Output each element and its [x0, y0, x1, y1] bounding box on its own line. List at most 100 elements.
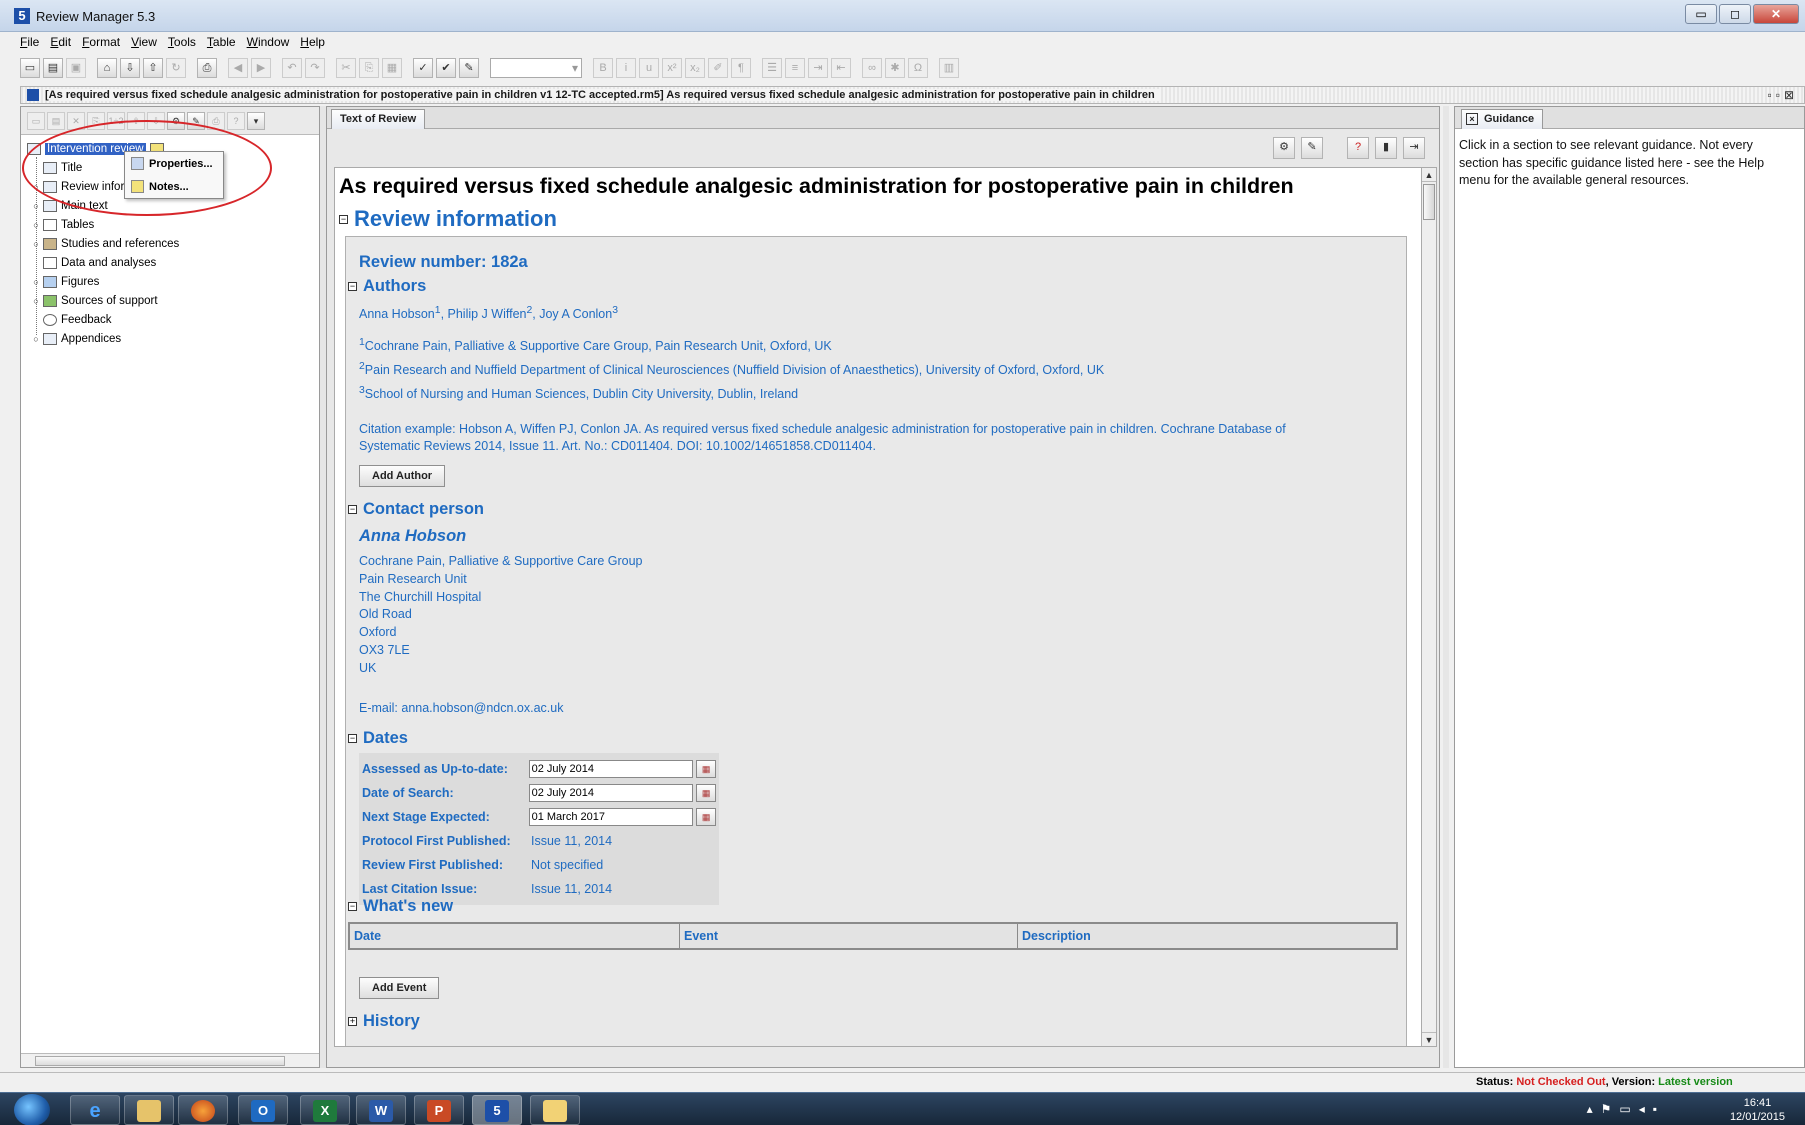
- superscript-icon[interactable]: x²: [662, 58, 682, 78]
- bold-icon[interactable]: B: [593, 58, 613, 78]
- close-icon[interactable]: ×: [1466, 113, 1478, 125]
- properties-icon[interactable]: ⚙: [1273, 137, 1295, 159]
- scroll-up-icon[interactable]: ▲: [1422, 168, 1436, 182]
- menu-tools[interactable]: Tools: [168, 32, 196, 52]
- folder-icon[interactable]: [530, 1095, 580, 1125]
- menu-help[interactable]: Help: [300, 32, 325, 52]
- tree-item-data-analyses[interactable]: Data and analyses: [21, 253, 319, 272]
- copy-item-icon[interactable]: ⎘: [87, 111, 105, 130]
- numbered-list-icon[interactable]: ≡: [785, 58, 805, 78]
- highlight-icon[interactable]: ✐: [708, 58, 728, 78]
- italic-icon[interactable]: i: [616, 58, 636, 78]
- outlook-icon[interactable]: O: [238, 1095, 288, 1125]
- sync-icon[interactable]: ↻: [166, 58, 186, 78]
- horizontal-scrollbar[interactable]: [21, 1053, 319, 1067]
- scrollbar-thumb[interactable]: [1423, 184, 1435, 220]
- expand-icon[interactable]: ○: [29, 277, 43, 287]
- outdent-icon[interactable]: ⇤: [831, 58, 851, 78]
- expand-icon[interactable]: ○: [29, 239, 43, 249]
- new-item-icon[interactable]: ▭: [27, 111, 45, 130]
- notes-icon[interactable]: ✎: [1301, 137, 1323, 159]
- author-name[interactable]: Joy A Conlon: [539, 307, 612, 321]
- context-menu-notes[interactable]: Notes...: [125, 175, 223, 198]
- add-author-button[interactable]: Add Author: [359, 465, 446, 487]
- open-item-icon[interactable]: ▤: [47, 111, 65, 130]
- dropdown-icon[interactable]: ▾: [247, 111, 265, 130]
- collapse-icon[interactable]: −: [339, 214, 348, 224]
- renumber-icon[interactable]: 1÷2: [107, 111, 125, 130]
- help-icon[interactable]: ?: [1347, 137, 1369, 159]
- internet-explorer-icon[interactable]: e: [70, 1095, 120, 1125]
- notes-icon[interactable]: ✎: [187, 111, 205, 130]
- new-file-icon[interactable]: ▭: [20, 58, 40, 78]
- spellcheck-icon[interactable]: ✓: [413, 58, 433, 78]
- tree-item-figures[interactable]: ○ Figures: [21, 272, 319, 291]
- menu-edit[interactable]: Edit: [50, 32, 71, 52]
- copy-icon[interactable]: ⎘: [359, 58, 379, 78]
- print-icon[interactable]: ⎙: [197, 58, 217, 78]
- undo-icon[interactable]: ↶: [282, 58, 302, 78]
- add-event-button[interactable]: Add Event: [359, 977, 440, 999]
- author-name[interactable]: Philip J Wiffen: [448, 307, 527, 321]
- collapse-icon[interactable]: −: [348, 282, 357, 291]
- print-item-icon[interactable]: ⎙: [207, 111, 225, 130]
- author-name[interactable]: Anna Hobson: [359, 307, 435, 321]
- expand-icon[interactable]: ○: [29, 334, 43, 344]
- clock[interactable]: 16:41 12/01/2015: [1730, 1096, 1785, 1124]
- right-splitter[interactable]: [1443, 106, 1449, 1068]
- menu-window[interactable]: Window: [247, 32, 290, 52]
- collapse-icon[interactable]: −: [348, 902, 357, 911]
- expand-icon[interactable]: ○: [29, 182, 43, 192]
- menu-file[interactable]: File: [20, 32, 39, 52]
- table-icon[interactable]: ▥: [939, 58, 959, 78]
- calendar-icon[interactable]: ▦: [696, 808, 716, 826]
- tree-item-studies[interactable]: ○ Studies and references: [21, 234, 319, 253]
- calendar-icon[interactable]: ▦: [696, 784, 716, 802]
- navigate-icon[interactable]: ⇥: [1403, 137, 1425, 159]
- vertical-scrollbar[interactable]: ▲ ▼: [1421, 167, 1437, 1047]
- back-icon[interactable]: ◀: [228, 58, 248, 78]
- link-icon[interactable]: ∞: [862, 58, 882, 78]
- system-tray-icons[interactable]: ▴⚑▭◂▪: [1587, 1102, 1665, 1116]
- context-menu-properties[interactable]: Properties...: [125, 152, 223, 175]
- close-button[interactable]: ✕: [1753, 4, 1799, 24]
- bullet-list-icon[interactable]: ☰: [762, 58, 782, 78]
- tree-item-tables[interactable]: ○ Tables: [21, 215, 319, 234]
- scroll-down-icon[interactable]: ▼: [1422, 1032, 1436, 1046]
- properties-icon[interactable]: ⚙: [167, 111, 185, 130]
- home-icon[interactable]: ⌂: [97, 58, 117, 78]
- scrollbar-thumb[interactable]: [35, 1056, 285, 1066]
- subscript-icon[interactable]: x₂: [685, 58, 705, 78]
- next-stage-date-input[interactable]: 01 March 2017: [528, 808, 694, 826]
- expand-icon[interactable]: ○: [29, 296, 43, 306]
- delete-item-icon[interactable]: ✕: [67, 111, 85, 130]
- assessed-date-input[interactable]: 02 July 2014: [528, 760, 694, 778]
- word-icon[interactable]: W: [356, 1095, 406, 1125]
- move-down-icon[interactable]: ⇩: [147, 111, 165, 130]
- save-icon[interactable]: ▣: [66, 58, 86, 78]
- collapse-icon[interactable]: −: [348, 505, 357, 514]
- download-icon[interactable]: ⇩: [120, 58, 140, 78]
- move-up-icon[interactable]: ⇧: [127, 111, 145, 130]
- reference-icon[interactable]: ✱: [885, 58, 905, 78]
- help-icon[interactable]: ?: [227, 111, 245, 130]
- column-header-description[interactable]: Description: [1018, 924, 1396, 948]
- cut-icon[interactable]: ✂: [336, 58, 356, 78]
- spellcheck-options-icon[interactable]: ✔: [436, 58, 456, 78]
- column-header-date[interactable]: Date: [350, 924, 680, 948]
- review-manager-icon[interactable]: 5: [472, 1095, 522, 1125]
- collapse-icon[interactable]: −: [348, 734, 357, 743]
- file-explorer-icon[interactable]: [124, 1095, 174, 1125]
- tree-item-feedback[interactable]: Feedback: [21, 310, 319, 329]
- book-icon[interactable]: ▮: [1375, 137, 1397, 159]
- document-window-controls[interactable]: ▫▫⊠: [1767, 88, 1798, 102]
- search-date-input[interactable]: 02 July 2014: [528, 784, 694, 802]
- menu-view[interactable]: View: [131, 32, 157, 52]
- expand-icon[interactable]: ○: [29, 220, 43, 230]
- maximize-button[interactable]: ◻: [1719, 4, 1751, 24]
- redo-icon[interactable]: ↷: [305, 58, 325, 78]
- track-changes-icon[interactable]: ✎: [459, 58, 479, 78]
- indent-icon[interactable]: ⇥: [808, 58, 828, 78]
- menu-format[interactable]: Format: [82, 32, 120, 52]
- tab-guidance[interactable]: × Guidance: [1461, 109, 1544, 129]
